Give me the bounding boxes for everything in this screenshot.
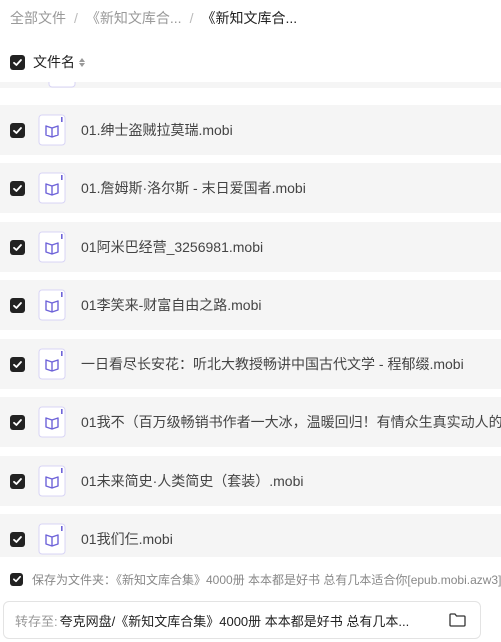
- file-name: 01.詹姆斯·洛尔斯 - 末日爱国者.mobi: [81, 180, 306, 196]
- file-name: 01未来简史·人类简史（套装）.mobi: [81, 473, 304, 489]
- book-file-icon: [48, 82, 76, 88]
- book-file-icon: [38, 406, 66, 438]
- file-list-header: 文件名: [0, 42, 501, 82]
- check-icon: [13, 360, 22, 368]
- file-name: 01我们仨.mobi: [81, 531, 173, 547]
- transfer-destination[interactable]: 转存至: 夸克网盘/《新知文库合集》4000册 本本都是好书 总有几本...: [3, 601, 481, 639]
- column-header-filename[interactable]: 文件名: [33, 52, 75, 72]
- file-name: 一日看尽长安花：听北大教授畅讲中国古代文学 - 程郁缀.mobi: [81, 356, 464, 372]
- table-row[interactable]: 01.绅士盗贼拉莫瑞.mobi: [0, 105, 501, 155]
- breadcrumb-current-folder: 《新知文库合...: [201, 10, 298, 26]
- table-row[interactable]: 01我不（百万级畅销书作者一大冰，温暖回归！有情众生真实动人的故事: [0, 397, 501, 447]
- book-file-icon: [38, 523, 66, 555]
- book-file-icon: [38, 172, 66, 204]
- check-icon: [13, 477, 22, 485]
- check-icon: [13, 535, 22, 543]
- table-row[interactable]: [0, 82, 501, 88]
- row-checkbox[interactable]: [10, 414, 25, 430]
- row-checkbox[interactable]: [10, 356, 25, 372]
- row-checkbox[interactable]: [10, 180, 25, 196]
- breadcrumb-parent-folder[interactable]: 《新知文库合...: [86, 8, 182, 28]
- file-list[interactable]: 01.绅士盗贼拉莫瑞.mobi 01.詹姆斯·洛尔斯 - 末日爱国者.mobi …: [0, 82, 501, 557]
- row-checkbox[interactable]: [10, 239, 25, 255]
- transfer-path: 夸克网盘/《新知文库合集》4000册 本本都是好书 总有几本...: [59, 613, 410, 629]
- table-row[interactable]: 01.詹姆斯·洛尔斯 - 末日爱国者.mobi: [0, 163, 501, 213]
- file-name: 01李笑来-财富自由之路.mobi: [81, 297, 262, 313]
- row-checkbox[interactable]: [10, 473, 25, 489]
- table-row[interactable]: 01阿米巴经营_3256981.mobi: [0, 222, 501, 272]
- save-as-folder-text: 保存为文件夹：《新知文库合集》4000册 本本都是好书 总有几本适合你[epub…: [32, 572, 501, 587]
- breadcrumb: 全部文件 / 《新知文库合... / 《新知文库合...: [10, 8, 297, 28]
- breadcrumb-all-files[interactable]: 全部文件: [10, 8, 66, 28]
- book-file-icon: [38, 231, 66, 263]
- breadcrumb-separator: /: [189, 10, 194, 26]
- file-name: 01阿米巴经营_3256981.mobi: [81, 239, 264, 255]
- row-checkbox[interactable]: [10, 297, 25, 313]
- book-file-icon: [38, 465, 66, 497]
- table-row[interactable]: 一日看尽长安花：听北大教授畅讲中国古代文学 - 程郁缀.mobi: [0, 339, 501, 389]
- transfer-label: 转存至:: [15, 613, 58, 629]
- row-checkbox[interactable]: [10, 531, 25, 547]
- check-icon: [13, 58, 22, 66]
- check-icon: [13, 243, 22, 251]
- table-row[interactable]: 01我们仨.mobi: [0, 514, 501, 557]
- check-icon: [13, 418, 22, 426]
- file-name: 01.绅士盗贼拉莫瑞.mobi: [81, 122, 233, 138]
- select-all-checkbox[interactable]: [10, 54, 25, 70]
- folder-icon[interactable]: [449, 613, 466, 630]
- table-row[interactable]: 01未来简史·人类简史（套装）.mobi: [0, 456, 501, 506]
- book-file-icon: [38, 289, 66, 321]
- breadcrumb-separator: /: [74, 10, 78, 26]
- save-as-folder-option[interactable]: 保存为文件夹：《新知文库合集》4000册 本本都是好书 总有几本适合你[epub…: [0, 567, 501, 591]
- book-file-icon: [38, 114, 66, 146]
- check-icon: [13, 126, 22, 134]
- row-checkbox[interactable]: [10, 122, 25, 138]
- table-row[interactable]: 01李笑来-财富自由之路.mobi: [0, 280, 501, 330]
- save-as-folder-checkbox[interactable]: [10, 572, 23, 586]
- check-icon: [13, 301, 22, 309]
- file-name: 01我不（百万级畅销书作者一大冰，温暖回归！有情众生真实动人的故事: [81, 414, 501, 430]
- book-file-icon: [38, 348, 66, 380]
- sort-icon[interactable]: [79, 57, 85, 67]
- check-icon: [12, 575, 21, 583]
- check-icon: [13, 184, 22, 192]
